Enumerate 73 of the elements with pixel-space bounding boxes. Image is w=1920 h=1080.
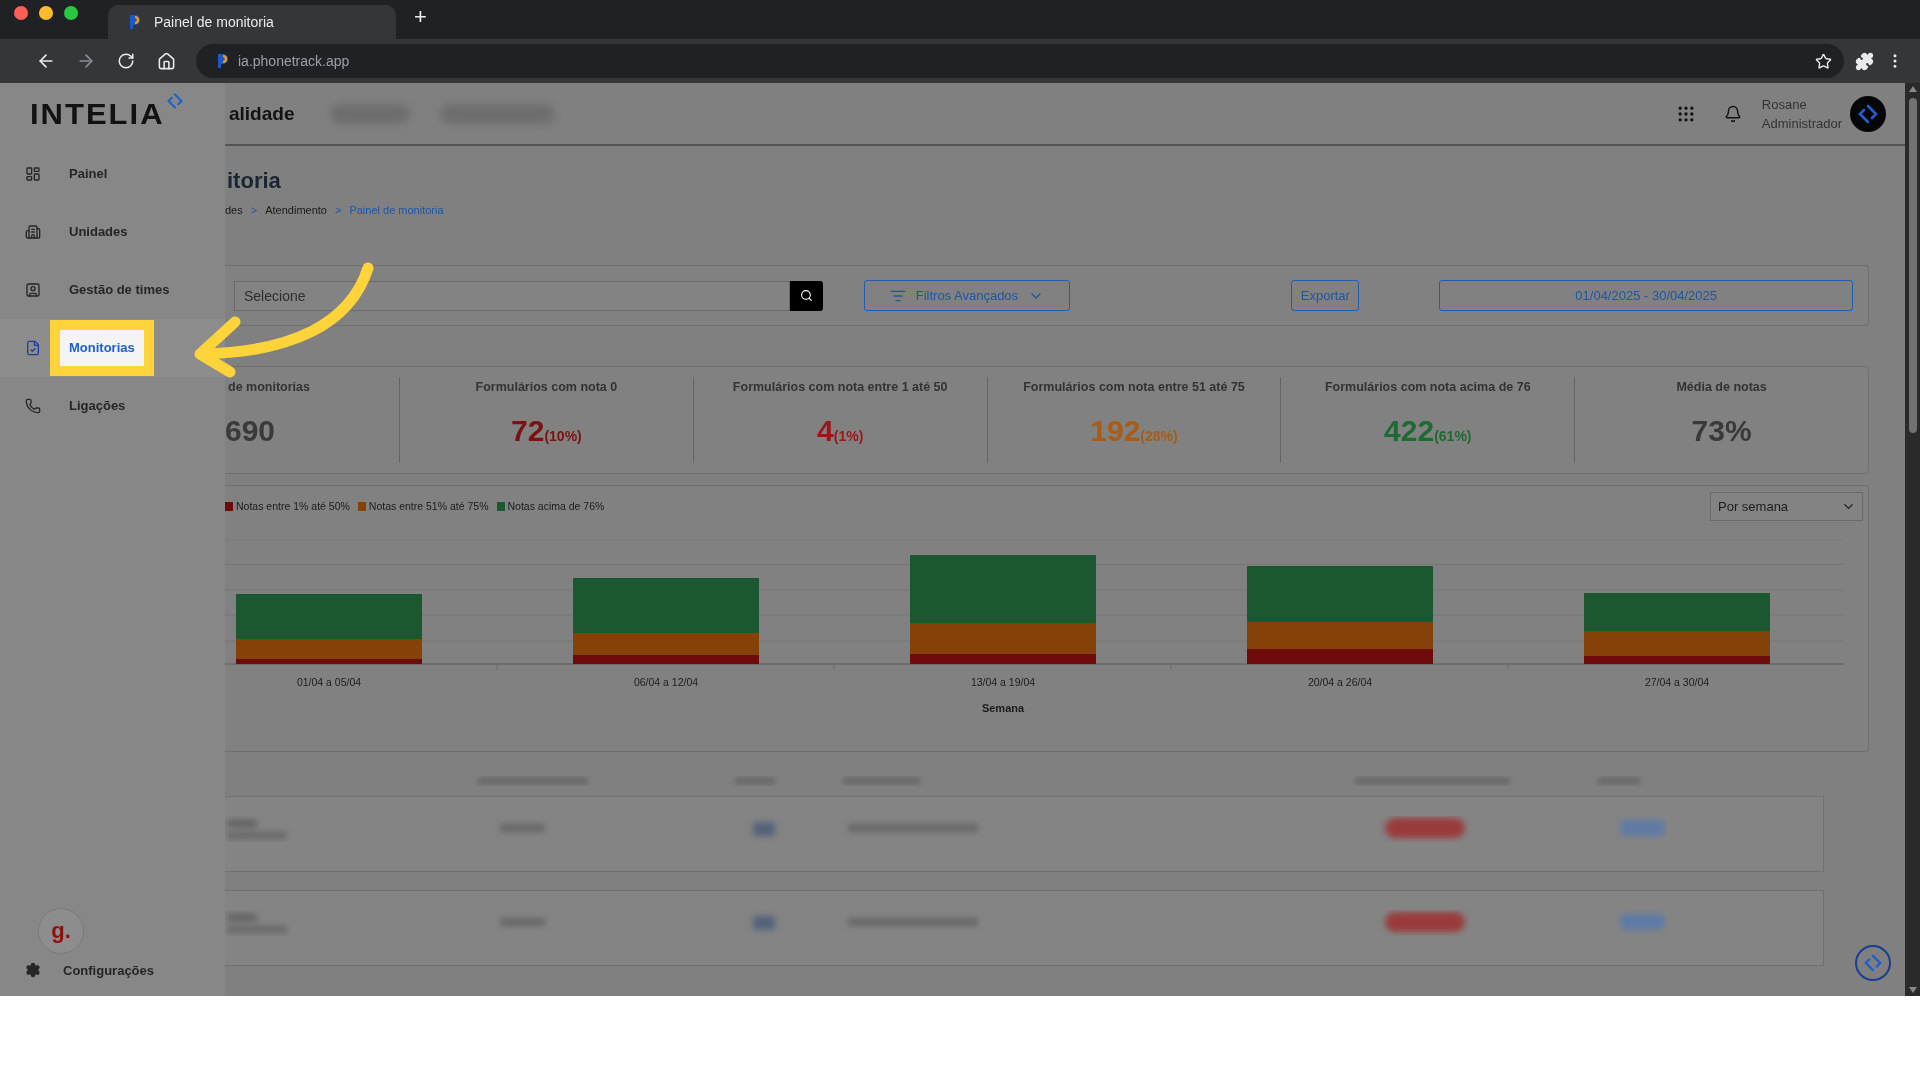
stat-value: 690: [225, 414, 276, 448]
user-role: Administrador: [1761, 114, 1842, 133]
stat-value: 73%: [1691, 414, 1752, 448]
stat-value: 192(28%): [1090, 414, 1178, 449]
building-icon: [25, 224, 41, 240]
tab-title: Painel de monitoria: [154, 14, 274, 30]
stat-label: Formulários com nota entre 1 até 50: [732, 380, 948, 394]
logo: INTELIA: [30, 96, 165, 132]
document-check-icon: [25, 340, 41, 356]
sidebar-item[interactable]: Gestão de times: [0, 261, 225, 319]
bookmark-star-icon[interactable]: [1815, 52, 1832, 70]
scrollbar[interactable]: [1905, 83, 1920, 996]
breadcrumb-link[interactable]: Atendimento: [265, 204, 327, 216]
sidebar-item[interactable]: Unidades: [0, 203, 225, 261]
x-axis-label: 06/04 a 12/04: [633, 676, 699, 688]
scrollbar-thumb[interactable]: [1908, 98, 1917, 433]
search-field[interactable]: Selecione: [234, 280, 790, 311]
settings-link[interactable]: Configurações: [63, 962, 154, 978]
x-axis-label: 13/04 a 19/04: [970, 676, 1036, 688]
settings-icon[interactable]: [25, 962, 41, 978]
new-tab-button[interactable]: +: [414, 5, 427, 28]
user-avatar[interactable]: [1850, 95, 1886, 132]
sidebar-item[interactable]: Ligações: [0, 377, 225, 435]
stat-label: Formulários com nota entre 51 até 75: [1023, 380, 1245, 394]
sidebar-label: Gestão de times: [68, 281, 171, 299]
sidebar-item[interactable]: Painel: [0, 145, 225, 203]
maximize-window-button[interactable]: [64, 5, 78, 20]
sidebar-label: Ligações: [68, 397, 127, 415]
search-icon: [799, 289, 813, 302]
stat-label: de monitorias: [228, 380, 310, 394]
legend-item: Notas entre 1% até 50%: [225, 500, 350, 512]
x-axis-label: 27/04 a 30/04: [1644, 676, 1710, 688]
breadcrumb-link[interactable]: des: [225, 204, 243, 216]
notifications-icon[interactable]: [1723, 104, 1742, 123]
user-avatar[interactable]: g.: [38, 908, 84, 954]
breadcrumb-separator: >: [250, 204, 258, 216]
avatar-logo-icon: [1858, 103, 1878, 124]
stat-label: Formulários com nota acima de 76: [1324, 380, 1531, 394]
dashboard-icon: [25, 166, 41, 182]
x-axis-label: 01/04 a 05/04: [296, 676, 362, 688]
sidebar-item[interactable]: Monitorias: [0, 319, 225, 377]
stat-value: 72(10%): [511, 414, 582, 449]
logo-icon: [166, 93, 183, 109]
minimize-window-button[interactable]: [39, 5, 53, 20]
page-title: itoria: [227, 168, 282, 194]
period-select[interactable]: Por semana: [1710, 492, 1863, 521]
search-button[interactable]: [789, 280, 823, 311]
address-bar[interactable]: ia.phonetrack.app: [196, 44, 1844, 78]
stat-value: 4(1%): [817, 414, 864, 449]
legend-item: Notas acima de 76%: [496, 500, 605, 512]
home-icon[interactable]: [156, 51, 176, 71]
sidebar-label: Unidades: [68, 223, 129, 241]
browser-tab[interactable]: Painel de monitoria: [108, 5, 396, 39]
header-title: alidade: [229, 102, 295, 125]
legend-item: Notas entre 51% até 75%: [357, 500, 489, 512]
user-name: Rosane: [1761, 95, 1808, 114]
stat-label: Média de notas: [1676, 380, 1767, 394]
stat-value: 422(61%): [1384, 414, 1472, 449]
user-card-icon: [25, 282, 41, 298]
sidebar-label: Painel: [68, 165, 109, 183]
breadcrumb-separator: >: [334, 204, 342, 216]
extensions-icon[interactable]: [1854, 51, 1874, 71]
site-favicon-icon: [216, 53, 230, 69]
site-favicon-icon: [128, 14, 142, 30]
stat-label: Formulários com nota 0: [475, 380, 618, 394]
x-axis-label: 20/04 a 26/04: [1307, 676, 1373, 688]
phone-icon: [25, 398, 41, 414]
close-window-button[interactable]: [14, 5, 28, 20]
url-text: ia.phonetrack.app: [238, 53, 351, 69]
reload-icon[interactable]: [117, 52, 135, 70]
x-axis-title: Semana: [981, 702, 1025, 714]
highlighted-label: Monitorias: [50, 320, 154, 376]
chat-logo-icon: [1864, 954, 1882, 972]
